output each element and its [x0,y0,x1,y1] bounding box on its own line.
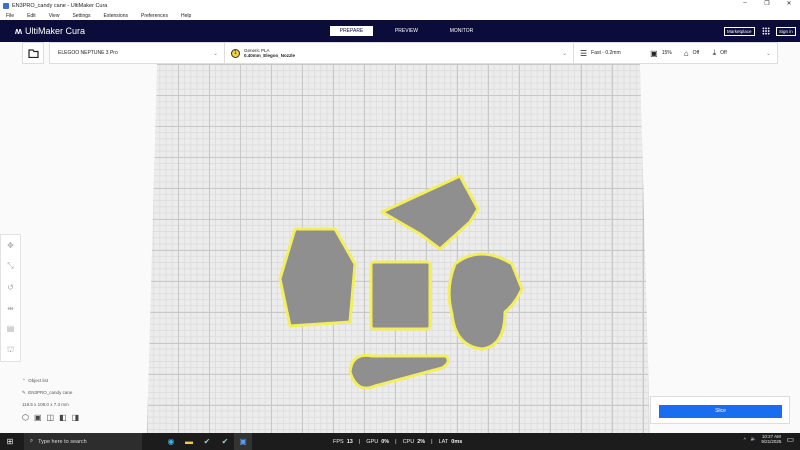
adhesion-icon: ⤓ [712,48,717,57]
model-tree[interactable] [380,174,480,251]
chevron-up-icon[interactable]: ^ [744,437,746,442]
logo-text: UltiMaker Cura [25,26,86,36]
menu-file[interactable]: File [6,13,14,19]
notification-icon[interactable]: ▭ [786,435,794,444]
3d-view-icon[interactable]: ⬡ [22,413,29,422]
support-icon: ⌂ [683,48,689,58]
model-candy-cane[interactable] [348,353,450,390]
model-reindeer[interactable] [278,227,357,328]
left-view-icon[interactable]: ◧ [59,413,67,422]
nozzle-name: 0.40mm_Elegoo_Nozzle [244,53,296,58]
pencil-icon[interactable]: ✎ [22,390,26,395]
object-dimensions: 119.5 x 108.0 x 7.3 mm [22,402,69,407]
lat-label: LAT [438,438,449,445]
fps-label: FPS [333,438,344,445]
volume-icon[interactable]: 🔈 [751,436,757,442]
steam-icon[interactable]: ✔ [198,433,216,450]
gpu-value: 0% [381,438,390,445]
model-santa[interactable] [447,252,524,351]
cura-app-icon [3,2,9,9]
rotate-icon[interactable]: ↺ [7,283,14,292]
infill-value: 15% [661,50,672,56]
windows-start-icon[interactable]: ⊞ [0,433,20,450]
logo: ʍ UltiMaker Cura [15,26,85,36]
performance-overlay: FPS 13 | GPU 0% | CPU 2% | LAT 0ms [333,438,463,445]
slice-panel: Slice [650,396,790,424]
support-value: Off [692,50,700,56]
marketplace-button[interactable]: Marketplace [724,27,755,36]
title-bar: EN3PRO_candy cane - UltiMaker Cura – ❐ ✕ [0,0,800,11]
search-icon: ⌕ [30,438,34,444]
window-title: EN3PRO_candy cane - UltiMaker Cura [12,2,108,9]
object-name: EN3PRO_candy cane [28,390,73,395]
taskbar: ⊞ ⌕ Type here to search ◉ ▬ ✔ ✔ ▣ FPS 13 |… [0,433,800,450]
app-header: ʍ UltiMaker Cura PREPARE PREVIEW MONITOR … [0,20,800,42]
open-file-button[interactable] [22,42,44,64]
apps-grid-icon[interactable] [762,27,770,35]
sign-in-button[interactable]: Sign in [776,27,796,36]
adhesion-value: Off [720,50,727,56]
chevron-down-icon: ⌄ [765,50,771,57]
printer-selector[interactable]: ELEGOO NEPTUNE 3 Pro ⌄ [49,42,225,64]
taskbar-search[interactable]: ⌕ Type here to search [24,433,142,450]
tab-monitor[interactable]: MONITOR [440,26,483,36]
object-list-header: Object list [28,378,49,383]
left-toolbar: ✥ ⤡ ↺ ⇹ ▤ ⛫ [0,234,21,362]
clock-date[interactable]: 9/21/2025 [761,439,781,444]
cura-taskbar-icon[interactable]: ▣ [234,433,252,450]
object-list-toggle[interactable]: ⌃ Object list [22,378,79,384]
menu-bar: File Edit View Settings Extensions Prefe… [0,11,800,20]
top-view-icon[interactable]: ◫ [47,413,55,422]
menu-preferences[interactable]: Preferences [141,13,168,19]
restore-button[interactable]: ❐ [756,0,778,7]
object-list-panel: ⌃ Object list ✎ EN3PRO_candy cane 119.5 … [22,378,79,428]
tab-prepare[interactable]: PREPARE [330,26,373,36]
profile-name: Fast - 0.2mm [591,50,621,56]
move-icon[interactable]: ✥ [7,241,14,250]
tab-preview[interactable]: PREVIEW [385,26,428,36]
close-button[interactable]: ✕ [778,0,800,7]
ultimaker-logo-icon: ʍ [15,26,23,36]
extruder-icon: 1 [231,48,240,58]
printer-name: ELEGOO NEPTUNE 3 Pro [58,50,118,56]
gpu-label: GPU [366,438,379,445]
material-selector[interactable]: 1 Generic PLA 0.40mm_Elegoo_Nozzle ⌄ [224,42,574,64]
lat-value: 0ms [451,438,463,445]
menu-view[interactable]: View [49,13,60,19]
search-placeholder: Type here to search [38,438,87,445]
chevron-down-icon: ⌄ [561,50,567,57]
per-model-settings-icon[interactable]: ▤ [7,324,15,333]
right-view-icon[interactable]: ◨ [72,413,80,422]
front-view-icon[interactable]: ▣ [34,413,42,422]
infill-icon: ▣ [650,48,658,58]
print-settings-selector[interactable]: ☰ Fast - 0.2mm ▣ 15% ⌂ Off ⤓ Off ⌄ [573,42,778,64]
edge-icon[interactable]: ◉ [162,433,180,450]
menu-extensions[interactable]: Extensions [104,13,128,19]
slice-button[interactable]: Slice [659,405,782,418]
chevron-down-icon: ⌄ [212,50,218,57]
minimize-button[interactable]: – [734,0,756,7]
menu-settings[interactable]: Settings [72,13,90,19]
steam-icon-2[interactable]: ✔ [216,433,234,450]
folder-icon [27,48,39,58]
mirror-icon[interactable]: ⇹ [7,304,14,313]
scale-icon[interactable]: ⤡ [7,261,13,271]
sliders-icon: ☰ [580,48,588,58]
support-blocker-icon[interactable]: ⛫ [7,345,14,355]
menu-help[interactable]: Help [181,13,191,19]
system-tray: ^ 🔈 10:27 AM 9/21/2025 ▭ [744,434,794,444]
model-gift[interactable] [369,260,432,331]
3d-viewport[interactable]: ✥ ⤡ ↺ ⇹ ▤ ⛫ [0,64,800,433]
fps-value: 13 [346,438,353,445]
cpu-label: CPU [402,438,415,445]
models [278,174,524,390]
file-explorer-icon[interactable]: ▬ [180,433,198,450]
menu-edit[interactable]: Edit [27,13,36,19]
cpu-value: 2% [417,438,426,445]
